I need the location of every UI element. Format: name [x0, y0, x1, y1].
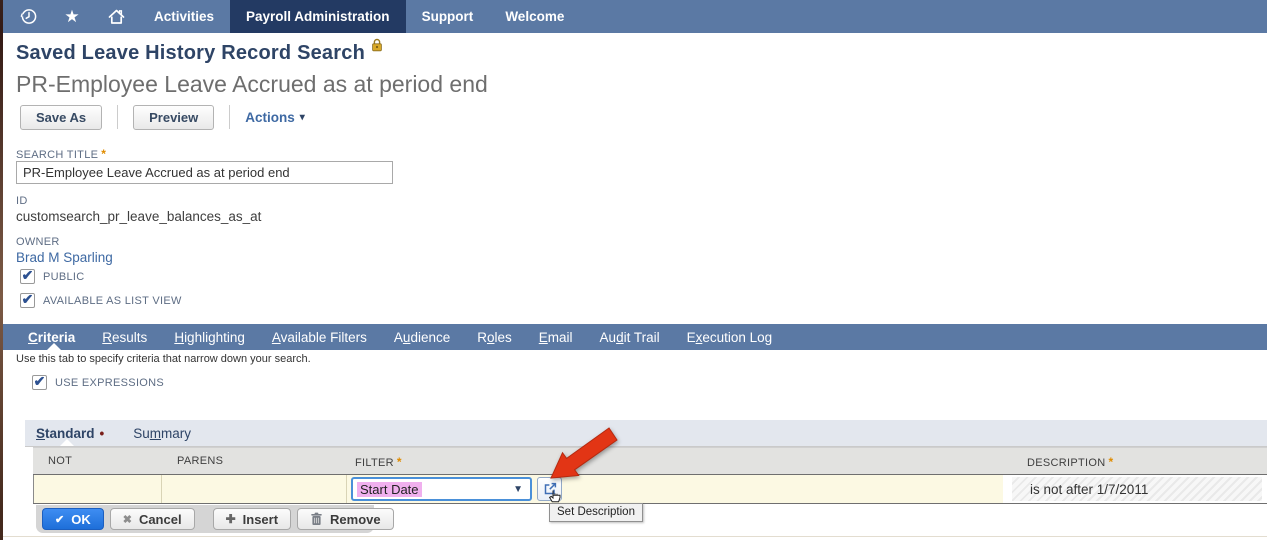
public-checkbox-row: ✔ PUBLIC: [20, 266, 85, 284]
id-label: ID: [16, 195, 28, 207]
column-divider: [161, 475, 162, 503]
active-subtab-pointer: [60, 439, 74, 446]
row-edit-area: Start Date ▼: [33, 475, 1003, 503]
criteria-hint-text: Use this tab to specify criteria that na…: [16, 353, 311, 365]
use-expressions-row: ✔ USE EXPRESSIONS: [32, 372, 165, 390]
nav-item-payroll-administration[interactable]: Payroll Administration: [230, 0, 406, 33]
favorites-icon[interactable]: ★: [50, 0, 94, 33]
window-edge: [0, 0, 3, 540]
use-expressions-checkbox[interactable]: ✔: [32, 372, 47, 390]
use-expressions-label: USE EXPRESSIONS: [55, 376, 165, 389]
tab-audit-trail[interactable]: Audit Trail: [600, 330, 660, 345]
tab-execution-log[interactable]: Execution Log: [687, 330, 773, 345]
history-icon-svg: [20, 9, 36, 24]
available-list-view-row: ✔ AVAILABLE AS LIST VIEW: [20, 290, 182, 308]
home-icon[interactable]: [94, 0, 138, 33]
filter-select-value: Start Date: [357, 481, 422, 497]
tab-results[interactable]: Results: [102, 330, 147, 345]
tab-roles[interactable]: Roles: [477, 330, 512, 345]
plus-icon: ✚: [225, 512, 236, 526]
search-title-label: SEARCH TITLE *: [16, 147, 107, 161]
owner-label: OWNER: [16, 236, 60, 248]
record-tabs: Criteria Results Highlighting Available …: [0, 324, 1267, 350]
required-marker: *: [1108, 455, 1114, 469]
tab-email[interactable]: Email: [539, 330, 573, 345]
active-tab-pointer: [47, 343, 61, 350]
tab-highlighting[interactable]: Highlighting: [174, 330, 245, 345]
remove-button[interactable]: Remove: [297, 508, 394, 530]
required-marker: *: [396, 455, 402, 469]
nav-item-support[interactable]: Support: [406, 0, 490, 33]
history-icon[interactable]: [6, 0, 50, 33]
save-as-button[interactable]: Save As: [20, 104, 103, 130]
select-caret-icon: ▼: [513, 483, 523, 495]
x-icon: ✖: [122, 513, 132, 526]
header-toolbar: Save As Preview Actions ▾: [20, 104, 305, 130]
toolbar-divider: [229, 105, 231, 129]
nav-item-welcome[interactable]: Welcome: [489, 0, 580, 33]
check-icon: ✔: [55, 513, 65, 526]
search-title-input[interactable]: [16, 161, 393, 184]
available-list-view-label: AVAILABLE AS LIST VIEW: [43, 294, 182, 307]
col-header-filter: FILTER *: [355, 455, 402, 469]
actions-label: Actions: [245, 109, 295, 125]
insert-button[interactable]: ✚ Insert: [212, 508, 292, 530]
available-list-view-checkbox[interactable]: ✔: [20, 290, 35, 308]
row-button-bar: ✔ OK ✖ Cancel ✚ Insert Remove: [36, 505, 394, 533]
id-value: customsearch_pr_leave_balances_as_at: [16, 209, 262, 224]
ok-button[interactable]: ✔ OK: [42, 508, 104, 530]
col-header-not: NOT: [48, 455, 73, 467]
page-title-text: Saved Leave History Record Search: [16, 42, 365, 64]
preview-button[interactable]: Preview: [133, 104, 215, 130]
column-divider: [346, 475, 347, 503]
chevron-down-icon: ▾: [299, 111, 305, 123]
criteria-subtabs: Standard • Summary: [25, 420, 1267, 447]
lock-icon: [371, 35, 383, 58]
public-label: PUBLIC: [43, 270, 85, 283]
public-checkbox[interactable]: ✔: [20, 266, 35, 284]
toolbar-divider: [117, 105, 119, 129]
check-icon: ✔: [21, 266, 34, 283]
page-title: Saved Leave History Record Search: [16, 38, 383, 65]
cursor-hand-icon: [548, 490, 561, 503]
col-header-description: DESCRIPTION *: [1027, 455, 1114, 469]
cancel-button[interactable]: ✖ Cancel: [109, 508, 195, 530]
required-marker: *: [101, 147, 107, 161]
filter-select[interactable]: Start Date ▼: [351, 477, 532, 501]
unsaved-dot: •: [99, 425, 105, 441]
criteria-table-row: Start Date ▼ is not after 1/7/2011: [33, 474, 1267, 504]
home-icon-svg: [108, 9, 124, 24]
check-icon: ✔: [21, 290, 34, 307]
description-value: is not after 1/7/2011: [1012, 477, 1262, 501]
annotation-arrow-icon: [550, 427, 618, 479]
set-description-tooltip: Set Description: [549, 503, 643, 522]
trash-icon: [311, 512, 322, 525]
tab-available-filters[interactable]: Available Filters: [272, 330, 367, 345]
col-header-parens: PARENS: [177, 455, 224, 467]
tab-audience[interactable]: Audience: [394, 330, 450, 345]
actions-menu-button[interactable]: Actions ▾: [245, 110, 305, 125]
nav-item-activities[interactable]: Activities: [138, 0, 230, 33]
description-cell: is not after 1/7/2011: [1003, 475, 1267, 503]
check-icon: ✔: [33, 372, 46, 389]
criteria-table-header: NOT PARENS FILTER * DESCRIPTION *: [33, 447, 1267, 474]
record-subtitle: PR-Employee Leave Accrued as at period e…: [16, 71, 488, 97]
star-glyph: ★: [64, 7, 80, 26]
page-bottom-divider: [0, 536, 1267, 537]
subtab-summary[interactable]: Summary: [133, 426, 191, 441]
owner-link[interactable]: Brad M Sparling: [16, 250, 113, 265]
top-nav: ★ Activities Payroll Administration Supp…: [0, 0, 1267, 33]
